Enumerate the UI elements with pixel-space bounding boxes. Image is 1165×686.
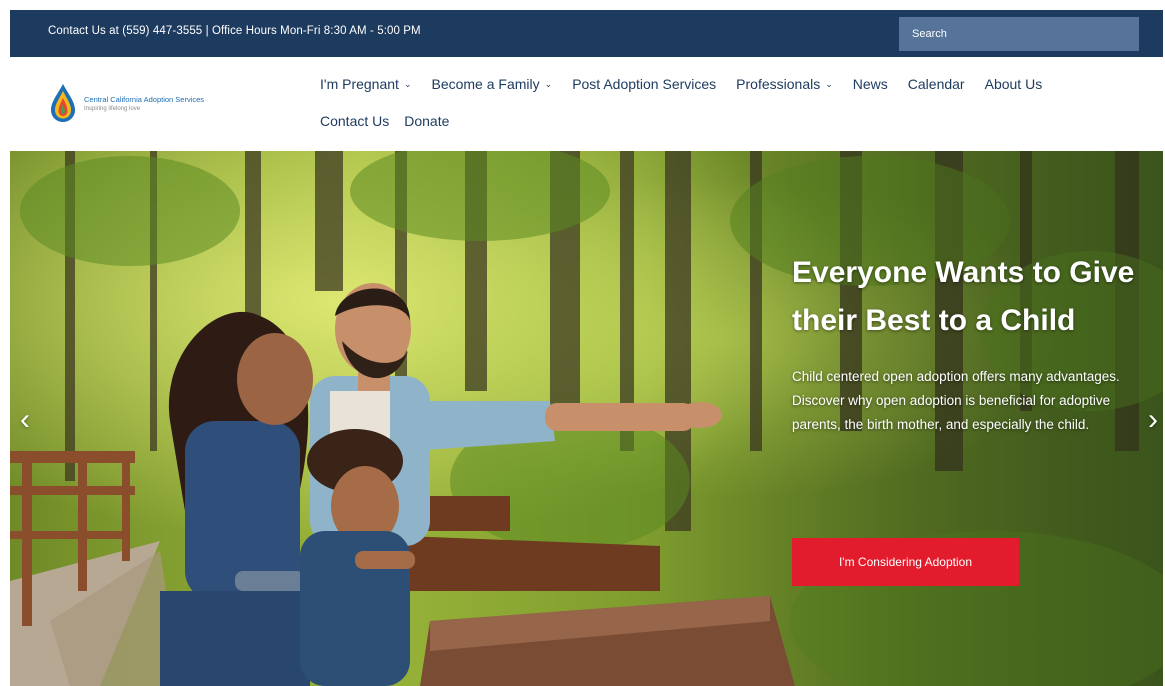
- site-header: Central California Adoption Services Ins…: [10, 57, 1163, 151]
- nav-item-label: Donate: [404, 113, 450, 129]
- logo-drop-icon: [51, 84, 75, 122]
- chevron-down-icon: ⌄: [403, 78, 412, 89]
- considering-adoption-button[interactable]: I'm Considering Adoption: [792, 538, 1019, 586]
- nav-item-label: News: [852, 76, 888, 92]
- nav-item-about-us[interactable]: About Us: [985, 76, 1043, 92]
- nav-item-news[interactable]: News: [853, 76, 888, 92]
- nav-item-im-pregnant[interactable]: I'm Pregnant ⌄: [320, 76, 411, 92]
- nav-item-label: Contact Us: [320, 113, 390, 129]
- top-bar: Contact Us at (559) 447-3555 | Office Ho…: [10, 10, 1163, 57]
- contact-info: Contact Us at (559) 447-3555 | Office Ho…: [48, 25, 421, 37]
- search-input[interactable]: [899, 17, 1139, 51]
- nav-item-calendar[interactable]: Calendar: [908, 76, 965, 92]
- hero-slider: Everyone Wants to Give their Best to a C…: [10, 151, 1163, 686]
- hero-content: Everyone Wants to Give their Best to a C…: [792, 249, 1162, 437]
- nav-row-secondary: Contact Us Donate: [320, 113, 449, 129]
- logo-tagline: Inspiring lifelong love: [84, 105, 141, 112]
- logo-name: Central California Adoption Services: [84, 94, 205, 104]
- chevron-down-icon: ⌄: [825, 78, 833, 89]
- arrow-right-icon[interactable]: ›: [1148, 405, 1158, 435]
- chevron-down-icon: ⌄: [544, 78, 553, 89]
- nav-row-primary: I'm Pregnant ⌄ Become a Family ⌄ Post Ad…: [320, 76, 1042, 92]
- logo-text: Central California Adoption Services Ins…: [84, 95, 204, 112]
- arrow-left-icon[interactable]: ‹: [20, 405, 30, 435]
- nav-item-donate[interactable]: Donate: [404, 113, 449, 129]
- nav-item-become-a-family[interactable]: Become a Family ⌄: [431, 76, 552, 92]
- nav-item-label: Post Adoption Services: [572, 76, 717, 92]
- page-frame: Contact Us at (559) 447-3555 | Office Ho…: [10, 10, 1163, 686]
- nav-item-label: Become a Family: [431, 76, 540, 92]
- nav-item-label: Professionals: [736, 76, 821, 92]
- hero-description: Child centered open adoption offers many…: [792, 369, 1120, 432]
- hero-title: Everyone Wants to Give their Best to a C…: [792, 256, 1135, 337]
- nav-item-professionals[interactable]: Professionals ⌄: [736, 76, 833, 92]
- site-logo[interactable]: Central California Adoption Services Ins…: [48, 83, 204, 123]
- nav-item-post-adoption-services[interactable]: Post Adoption Services: [572, 76, 716, 92]
- nav-item-label: Calendar: [907, 76, 965, 92]
- nav-item-contact-us[interactable]: Contact Us: [320, 113, 389, 129]
- nav-item-label: I'm Pregnant: [320, 76, 399, 92]
- nav-item-label: About Us: [984, 76, 1043, 92]
